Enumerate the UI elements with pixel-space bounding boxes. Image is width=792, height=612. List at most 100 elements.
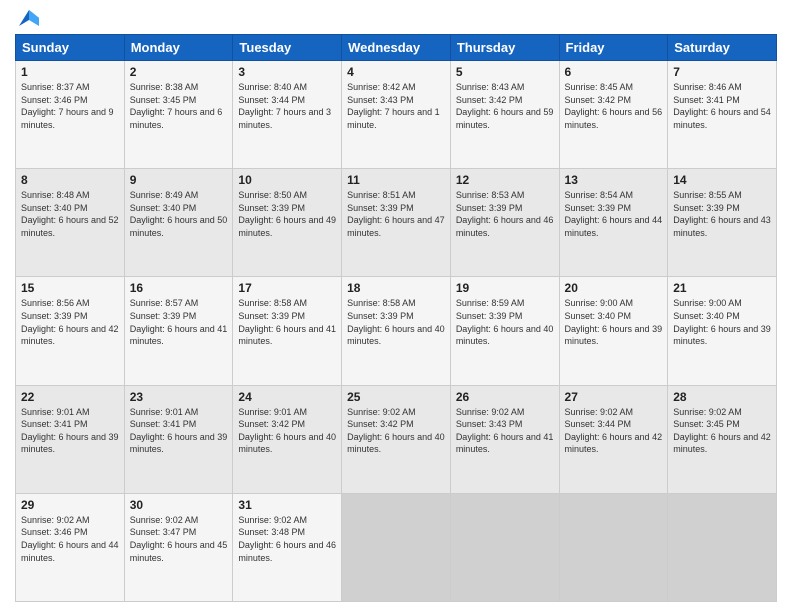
day-info: Sunrise: 8:46 AMSunset: 3:41 PMDaylight:… (673, 82, 771, 130)
day-info: Sunrise: 9:00 AMSunset: 3:40 PMDaylight:… (565, 298, 663, 346)
logo (15, 10, 39, 26)
week-row-4: 22 Sunrise: 9:01 AMSunset: 3:41 PMDaylig… (16, 385, 777, 493)
day-info: Sunrise: 8:48 AMSunset: 3:40 PMDaylight:… (21, 190, 119, 238)
day-number: 23 (130, 390, 228, 404)
day-cell: 1 Sunrise: 8:37 AMSunset: 3:46 PMDayligh… (16, 61, 125, 169)
day-cell: 28 Sunrise: 9:02 AMSunset: 3:45 PMDaylig… (668, 385, 777, 493)
day-number: 11 (347, 173, 445, 187)
day-cell: 20 Sunrise: 9:00 AMSunset: 3:40 PMDaylig… (559, 277, 668, 385)
week-row-2: 8 Sunrise: 8:48 AMSunset: 3:40 PMDayligh… (16, 169, 777, 277)
day-info: Sunrise: 9:00 AMSunset: 3:40 PMDaylight:… (673, 298, 771, 346)
day-info: Sunrise: 9:02 AMSunset: 3:48 PMDaylight:… (238, 515, 336, 563)
day-info: Sunrise: 8:55 AMSunset: 3:39 PMDaylight:… (673, 190, 771, 238)
day-header-wednesday: Wednesday (342, 35, 451, 61)
day-info: Sunrise: 8:49 AMSunset: 3:40 PMDaylight:… (130, 190, 228, 238)
day-info: Sunrise: 8:37 AMSunset: 3:46 PMDaylight:… (21, 82, 114, 130)
day-cell: 15 Sunrise: 8:56 AMSunset: 3:39 PMDaylig… (16, 277, 125, 385)
day-info: Sunrise: 8:59 AMSunset: 3:39 PMDaylight:… (456, 298, 554, 346)
day-cell: 22 Sunrise: 9:01 AMSunset: 3:41 PMDaylig… (16, 385, 125, 493)
day-cell: 31 Sunrise: 9:02 AMSunset: 3:48 PMDaylig… (233, 493, 342, 601)
day-info: Sunrise: 9:02 AMSunset: 3:44 PMDaylight:… (565, 407, 663, 455)
day-number: 4 (347, 65, 445, 79)
day-cell: 18 Sunrise: 8:58 AMSunset: 3:39 PMDaylig… (342, 277, 451, 385)
day-cell: 30 Sunrise: 9:02 AMSunset: 3:47 PMDaylig… (124, 493, 233, 601)
day-number: 3 (238, 65, 336, 79)
day-cell: 14 Sunrise: 8:55 AMSunset: 3:39 PMDaylig… (668, 169, 777, 277)
day-number: 12 (456, 173, 554, 187)
day-cell: 17 Sunrise: 8:58 AMSunset: 3:39 PMDaylig… (233, 277, 342, 385)
day-info: Sunrise: 8:50 AMSunset: 3:39 PMDaylight:… (238, 190, 336, 238)
day-number: 5 (456, 65, 554, 79)
day-info: Sunrise: 8:53 AMSunset: 3:39 PMDaylight:… (456, 190, 554, 238)
day-cell: 2 Sunrise: 8:38 AMSunset: 3:45 PMDayligh… (124, 61, 233, 169)
day-number: 18 (347, 281, 445, 295)
day-number: 15 (21, 281, 119, 295)
day-cell: 21 Sunrise: 9:00 AMSunset: 3:40 PMDaylig… (668, 277, 777, 385)
logo-bird-icon (19, 10, 39, 26)
day-info: Sunrise: 8:43 AMSunset: 3:42 PMDaylight:… (456, 82, 554, 130)
day-cell: 6 Sunrise: 8:45 AMSunset: 3:42 PMDayligh… (559, 61, 668, 169)
day-cell: 13 Sunrise: 8:54 AMSunset: 3:39 PMDaylig… (559, 169, 668, 277)
day-cell: 4 Sunrise: 8:42 AMSunset: 3:43 PMDayligh… (342, 61, 451, 169)
day-info: Sunrise: 9:01 AMSunset: 3:41 PMDaylight:… (130, 407, 228, 455)
day-cell: 9 Sunrise: 8:49 AMSunset: 3:40 PMDayligh… (124, 169, 233, 277)
week-row-1: 1 Sunrise: 8:37 AMSunset: 3:46 PMDayligh… (16, 61, 777, 169)
day-cell: 19 Sunrise: 8:59 AMSunset: 3:39 PMDaylig… (450, 277, 559, 385)
day-cell: 7 Sunrise: 8:46 AMSunset: 3:41 PMDayligh… (668, 61, 777, 169)
day-header-friday: Friday (559, 35, 668, 61)
week-row-5: 29 Sunrise: 9:02 AMSunset: 3:46 PMDaylig… (16, 493, 777, 601)
day-info: Sunrise: 8:58 AMSunset: 3:39 PMDaylight:… (347, 298, 445, 346)
day-number: 7 (673, 65, 771, 79)
day-number: 28 (673, 390, 771, 404)
day-number: 20 (565, 281, 663, 295)
day-number: 31 (238, 498, 336, 512)
day-cell (342, 493, 451, 601)
calendar-table: SundayMondayTuesdayWednesdayThursdayFrid… (15, 34, 777, 602)
day-number: 30 (130, 498, 228, 512)
day-cell: 8 Sunrise: 8:48 AMSunset: 3:40 PMDayligh… (16, 169, 125, 277)
day-header-saturday: Saturday (668, 35, 777, 61)
day-header-monday: Monday (124, 35, 233, 61)
day-number: 6 (565, 65, 663, 79)
day-number: 2 (130, 65, 228, 79)
day-number: 27 (565, 390, 663, 404)
day-number: 26 (456, 390, 554, 404)
day-number: 25 (347, 390, 445, 404)
day-number: 13 (565, 173, 663, 187)
day-cell: 25 Sunrise: 9:02 AMSunset: 3:42 PMDaylig… (342, 385, 451, 493)
page: SundayMondayTuesdayWednesdayThursdayFrid… (0, 0, 792, 612)
day-info: Sunrise: 8:38 AMSunset: 3:45 PMDaylight:… (130, 82, 223, 130)
day-number: 19 (456, 281, 554, 295)
day-cell: 5 Sunrise: 8:43 AMSunset: 3:42 PMDayligh… (450, 61, 559, 169)
day-number: 22 (21, 390, 119, 404)
week-row-3: 15 Sunrise: 8:56 AMSunset: 3:39 PMDaylig… (16, 277, 777, 385)
logo-text (15, 10, 39, 26)
day-number: 8 (21, 173, 119, 187)
day-info: Sunrise: 8:40 AMSunset: 3:44 PMDaylight:… (238, 82, 331, 130)
day-cell: 23 Sunrise: 9:01 AMSunset: 3:41 PMDaylig… (124, 385, 233, 493)
day-info: Sunrise: 8:54 AMSunset: 3:39 PMDaylight:… (565, 190, 663, 238)
day-number: 9 (130, 173, 228, 187)
day-number: 1 (21, 65, 119, 79)
day-cell: 29 Sunrise: 9:02 AMSunset: 3:46 PMDaylig… (16, 493, 125, 601)
day-info: Sunrise: 9:02 AMSunset: 3:46 PMDaylight:… (21, 515, 119, 563)
day-info: Sunrise: 8:51 AMSunset: 3:39 PMDaylight:… (347, 190, 445, 238)
day-info: Sunrise: 9:02 AMSunset: 3:45 PMDaylight:… (673, 407, 771, 455)
day-number: 16 (130, 281, 228, 295)
day-info: Sunrise: 8:58 AMSunset: 3:39 PMDaylight:… (238, 298, 336, 346)
day-cell: 26 Sunrise: 9:02 AMSunset: 3:43 PMDaylig… (450, 385, 559, 493)
day-info: Sunrise: 9:02 AMSunset: 3:47 PMDaylight:… (130, 515, 228, 563)
day-cell (559, 493, 668, 601)
day-info: Sunrise: 9:02 AMSunset: 3:42 PMDaylight:… (347, 407, 445, 455)
day-info: Sunrise: 8:42 AMSunset: 3:43 PMDaylight:… (347, 82, 440, 130)
day-info: Sunrise: 9:01 AMSunset: 3:42 PMDaylight:… (238, 407, 336, 455)
day-header-thursday: Thursday (450, 35, 559, 61)
day-cell: 12 Sunrise: 8:53 AMSunset: 3:39 PMDaylig… (450, 169, 559, 277)
day-number: 10 (238, 173, 336, 187)
day-cell: 27 Sunrise: 9:02 AMSunset: 3:44 PMDaylig… (559, 385, 668, 493)
day-number: 17 (238, 281, 336, 295)
day-number: 21 (673, 281, 771, 295)
day-cell: 10 Sunrise: 8:50 AMSunset: 3:39 PMDaylig… (233, 169, 342, 277)
day-header-tuesday: Tuesday (233, 35, 342, 61)
day-cell: 24 Sunrise: 9:01 AMSunset: 3:42 PMDaylig… (233, 385, 342, 493)
